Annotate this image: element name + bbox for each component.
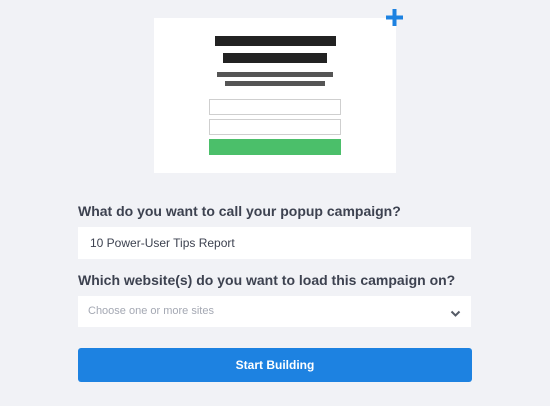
preview-text-line-1 <box>217 72 333 77</box>
preview-submit-button <box>209 139 341 155</box>
websites-select[interactable]: Choose one or more sites <box>78 296 471 327</box>
start-building-button[interactable]: Start Building <box>78 348 472 382</box>
campaign-name-input[interactable] <box>78 227 471 259</box>
preview-headline-bar-1 <box>215 36 336 46</box>
preview-headline-bar-2 <box>223 53 327 63</box>
campaign-name-label: What do you want to call your popup camp… <box>78 203 401 219</box>
popup-template-preview <box>154 18 396 173</box>
preview-input-2 <box>209 119 341 135</box>
websites-placeholder: Choose one or more sites <box>88 305 214 317</box>
chevron-down-icon[interactable] <box>450 306 461 317</box>
plus-icon[interactable] <box>386 9 403 26</box>
preview-input-1 <box>209 99 341 115</box>
preview-text-line-2 <box>225 81 325 86</box>
websites-label: Which website(s) do you want to load thi… <box>78 272 456 288</box>
